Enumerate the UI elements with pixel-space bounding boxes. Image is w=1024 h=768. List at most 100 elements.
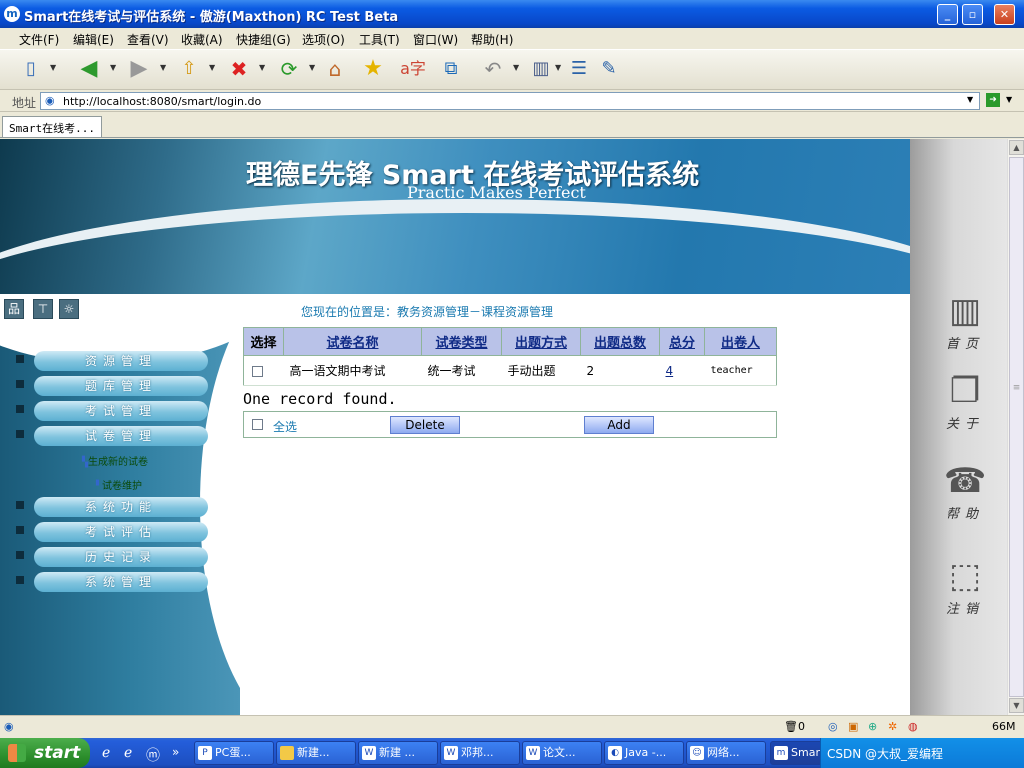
col-author[interactable]: 出卷人 — [704, 327, 777, 356]
chevron-down-icon[interactable]: ▼ — [259, 63, 265, 72]
minimize-button[interactable]: _ — [937, 4, 958, 25]
chevron-down-icon[interactable]: ▼ — [555, 63, 561, 72]
sort-author-link[interactable]: 出卷人 — [721, 336, 760, 351]
screen-capture-icon[interactable]: ⧉ — [438, 56, 464, 82]
eclipse-icon: ◐ — [608, 746, 622, 760]
taskbar-item[interactable]: W 邓邦... — [440, 741, 520, 765]
title-bar: m Smart在线考试与评估系统 - 傲游(Maxthon) RC Test B… — [0, 0, 1024, 28]
menu-options[interactable]: 选项(O) — [302, 31, 345, 48]
tab-smart[interactable]: Smart在线考... — [2, 116, 102, 137]
nav-help-label: 帮助 — [945, 507, 984, 522]
sort-count-link[interactable]: 出题总数 — [594, 336, 646, 351]
chevron-right-icon[interactable]: » — [172, 745, 179, 759]
trash-icon[interactable]: 🗑 — [784, 720, 798, 733]
forward-icon[interactable]: ▶ — [126, 56, 152, 82]
maxthon-quick-icon[interactable]: ⓜ — [146, 745, 160, 765]
record-icon[interactable]: ◍ — [908, 720, 918, 733]
taskbar-item[interactable]: P PC蛋... — [194, 741, 274, 765]
stop-icon[interactable]: ✖ — [226, 56, 252, 82]
restore-button[interactable]: ▫ — [962, 4, 983, 25]
list-view-icon[interactable]: ☰ — [566, 56, 592, 82]
taskbar-item[interactable]: ☺ 网络... — [686, 741, 766, 765]
ad-filter-icon[interactable]: ⊕ — [868, 720, 877, 733]
table-row: 高一语文期中考试 统一考试 手动出题 2 4 teacher — [243, 355, 777, 386]
tool-icon[interactable]: ⊤ — [33, 299, 53, 319]
start-button[interactable]: start — [0, 738, 90, 768]
taskbar-item[interactable]: ◐ Java -... — [604, 741, 684, 765]
sub-item-generate-paper[interactable]: ▚生成新的试卷 — [82, 453, 148, 468]
address-bar: 地址 ◉ http://localhost:8080/smart/login.d… — [0, 90, 1024, 112]
col-count[interactable]: 出题总数 — [580, 327, 660, 356]
undo-close-icon[interactable]: ↶ — [480, 56, 506, 82]
favorites-star-icon[interactable]: ★ — [360, 56, 386, 82]
menu-tools[interactable]: 工具(T) — [359, 31, 400, 48]
menu-edit[interactable]: 编辑(E) — [73, 31, 114, 48]
scroll-thumb[interactable]: ≡ — [1009, 157, 1024, 697]
sort-paper-name-link[interactable]: 试卷名称 — [326, 336, 378, 351]
method-cell: 手动出题 — [501, 355, 581, 386]
popup-block-icon[interactable]: ▣ — [848, 720, 858, 733]
chevron-down-icon[interactable]: ▼ — [50, 63, 56, 72]
chevron-down-icon[interactable]: ▼ — [309, 63, 315, 72]
menu-help[interactable]: 帮助(H) — [471, 31, 513, 48]
settings-icon[interactable]: ☼ — [59, 299, 79, 319]
close-button[interactable]: ✕ — [994, 4, 1015, 25]
nav-home[interactable]: ▥ 首页 — [930, 289, 1000, 352]
taskbar-item[interactable]: W 论文... — [522, 741, 602, 765]
up-folder-icon[interactable]: ⇧ — [176, 56, 202, 82]
col-paper-name[interactable]: 试卷名称 — [283, 327, 422, 356]
taskbar-item[interactable]: 新建... — [276, 741, 356, 765]
menu-window[interactable]: 窗口(W) — [413, 31, 458, 48]
nav-help[interactable]: ☎ 帮助 — [930, 459, 1000, 522]
vertical-scrollbar[interactable]: ▲ ≡ ▼ — [1007, 139, 1024, 715]
chevron-down-icon[interactable]: ▼ — [1006, 95, 1012, 104]
plugin-icon[interactable]: ✲ — [888, 720, 897, 733]
menu-view[interactable]: 查看(V) — [127, 31, 169, 48]
col-score[interactable]: 总分 — [659, 327, 705, 356]
nav-about[interactable]: ❐ 关于 — [930, 369, 1000, 432]
taskbar-item-label: Java -... — [625, 746, 667, 759]
ie-icon[interactable]: ℯ — [124, 745, 132, 761]
columns-icon[interactable]: ▥ — [528, 56, 554, 82]
home-icon[interactable]: ⌂ — [322, 56, 348, 82]
taskbar-item[interactable]: W 新建 ... — [358, 741, 438, 765]
refresh-icon[interactable]: ⟳ — [276, 56, 302, 82]
chevron-down-icon[interactable]: ▼ — [160, 63, 166, 72]
address-dropdown-icon[interactable]: ▼ — [967, 95, 973, 104]
sub-item-maintain-paper[interactable]: ▘试卷维护 — [96, 477, 142, 492]
start-label: start — [34, 743, 81, 763]
menu-favorites[interactable]: 收藏(A) — [181, 31, 223, 48]
delete-button[interactable]: Delete — [390, 416, 460, 434]
network-icon[interactable]: ◎ — [828, 720, 838, 733]
tray-watermark: CSDN @大叔_爱编程 — [827, 747, 944, 761]
nav-logout[interactable]: ⬚ 注销 — [930, 554, 1000, 617]
new-page-icon[interactable]: ▯ — [18, 56, 44, 82]
scroll-up-icon[interactable]: ▲ — [1009, 140, 1024, 155]
translate-icon[interactable]: a字 — [400, 56, 426, 82]
bullet-icon — [16, 380, 24, 388]
col-paper-type[interactable]: 试卷类型 — [421, 327, 502, 356]
select-all-label[interactable]: 全选 — [273, 418, 297, 435]
select-all-checkbox[interactable] — [252, 419, 263, 430]
sort-paper-type-link[interactable]: 试卷类型 — [435, 336, 487, 351]
back-icon[interactable]: ◀ — [76, 56, 102, 82]
col-method[interactable]: 出题方式 — [501, 327, 581, 356]
sort-score-link[interactable]: 总分 — [669, 336, 695, 351]
row-checkbox[interactable] — [252, 365, 263, 377]
ie-icon[interactable]: ℯ — [102, 745, 110, 761]
go-icon[interactable]: ➜ — [986, 93, 1000, 107]
scroll-down-icon[interactable]: ▼ — [1009, 698, 1024, 713]
menu-shortcut-group[interactable]: 快捷组(G) — [236, 31, 291, 48]
sitemap-icon[interactable]: 品 — [4, 299, 24, 319]
chevron-down-icon[interactable]: ▼ — [209, 63, 215, 72]
chevron-down-icon[interactable]: ▼ — [110, 63, 116, 72]
address-input[interactable]: ◉ http://localhost:8080/smart/login.do — [40, 92, 980, 110]
edit-page-icon[interactable]: ✎ — [596, 56, 622, 82]
sort-method-link[interactable]: 出题方式 — [515, 336, 567, 351]
address-url: http://localhost:8080/smart/login.do — [63, 95, 262, 108]
score-link[interactable]: 4 — [666, 364, 674, 378]
menu-file[interactable]: 文件(F) — [19, 31, 59, 48]
add-button[interactable]: Add — [584, 416, 654, 434]
taskbar-item-label: 新建... — [297, 746, 330, 759]
chevron-down-icon[interactable]: ▼ — [513, 63, 519, 72]
